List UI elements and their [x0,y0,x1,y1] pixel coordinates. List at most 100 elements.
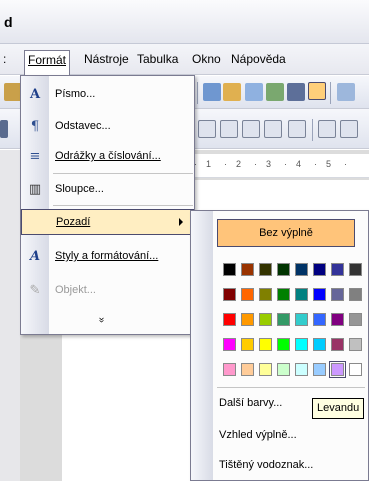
menu-item-bullets-numbering[interactable]: ≡ Odrážky a číslování... [21,144,194,170]
color-swatch[interactable] [259,363,272,376]
bullets-icon[interactable] [340,120,358,138]
ruler-tick: · [284,159,287,169]
color-swatch[interactable] [277,263,290,276]
menu-separator [53,173,193,174]
toolbar-separator [312,119,313,141]
color-tooltip: Levandu [312,398,365,419]
menu-help[interactable]: Nápověda [228,50,289,70]
color-swatch[interactable] [277,313,290,326]
ruler-tick: · [224,159,227,169]
printed-watermark-label: Tištěný vodoznak... [219,459,314,471]
color-swatch[interactable] [223,313,236,326]
color-swatch[interactable] [259,263,272,276]
color-swatch[interactable] [259,288,272,301]
color-swatch[interactable] [241,288,254,301]
numbering-icon[interactable] [318,120,336,138]
columns-icon[interactable] [287,83,305,101]
menu-item-object: ✎ Objekt... [21,278,194,304]
more-colors-item[interactable]: Další barvy... [219,397,282,409]
font-box-edge[interactable] [0,120,8,138]
color-swatch[interactable] [349,363,362,376]
color-swatch[interactable] [349,263,362,276]
insert-table-icon[interactable] [245,83,263,101]
align-left-icon[interactable] [198,120,216,138]
insert-excel-icon[interactable] [266,83,284,101]
color-swatch[interactable] [295,288,308,301]
color-swatch[interactable] [259,338,272,351]
color-swatch[interactable] [295,338,308,351]
color-swatch[interactable] [331,263,344,276]
no-fill-button[interactable]: Bez výplně [217,219,355,247]
menu-item-font[interactable]: A Písmo... [21,82,194,108]
color-swatch[interactable] [349,313,362,326]
menu-separator [53,205,193,206]
color-swatch[interactable] [223,263,236,276]
menu-window[interactable]: Okno [189,50,224,70]
color-swatch[interactable] [241,363,254,376]
color-swatch[interactable] [295,263,308,276]
menu-item-paragraph[interactable]: ¶ Odstavec... [21,114,194,140]
menu-item-styles-formatting[interactable]: A Styly a formátování... [21,244,194,270]
menu-tools[interactable]: Nástroje [81,50,132,70]
menu-item-columns[interactable]: ▥ Sloupce... [21,177,194,203]
drawing-icon[interactable] [308,82,326,100]
color-swatch[interactable] [259,313,272,326]
align-center-icon[interactable] [220,120,238,138]
color-swatch[interactable] [313,338,326,351]
ruler-tick: · [254,159,257,169]
more-colors-label: Další barvy... [219,397,283,409]
menu-table[interactable]: Tabulka [134,50,181,70]
menu-edge-fragment: : [3,52,7,66]
menu-item-font-label: Písmo... [55,88,96,100]
color-swatch[interactable] [313,313,326,326]
menu-item-background-label: Pozadí [56,216,91,228]
color-swatch[interactable] [349,338,362,351]
styles-icon: A [29,249,41,264]
menu-item-background[interactable]: Pozadí [21,209,194,235]
color-swatch[interactable] [241,263,254,276]
color-swatch[interactable] [277,288,290,301]
fill-effects-item[interactable]: Vzhled výplně... [219,429,297,441]
printed-watermark-item[interactable]: Tištěný vodoznak... [219,459,313,471]
color-swatch[interactable] [313,263,326,276]
color-swatch[interactable] [331,313,344,326]
document-map-icon[interactable] [337,83,355,101]
ruler-tick: 1 [206,159,212,169]
font-icon: A [29,87,41,102]
tables-borders-icon[interactable] [223,83,241,101]
submenu-arrow-icon [179,218,183,226]
color-swatch[interactable] [329,361,346,378]
horizontal-ruler[interactable]: · 1 · 2 · 3 · 4 · 5 · [186,154,369,178]
hyperlink-icon[interactable] [203,83,221,101]
ruler-tick: 3 [266,159,272,169]
ruler-tick: · [344,159,347,169]
color-swatch[interactable] [277,338,290,351]
color-swatch[interactable] [241,313,254,326]
color-swatch[interactable] [223,288,236,301]
color-swatch[interactable] [223,338,236,351]
justify-icon[interactable] [264,120,282,138]
color-swatch[interactable] [331,338,344,351]
color-swatch[interactable] [313,288,326,301]
line-spacing-icon[interactable] [288,120,306,138]
background-submenu: Bez výplně Další barvy... Vzhled výplně.… [190,210,369,481]
expand-menu-chevron-icon[interactable]: » [91,312,111,328]
menu-bar: : Formát Nástroje Tabulka Okno Nápověda [0,44,369,76]
align-right-icon[interactable] [242,120,260,138]
color-swatch[interactable] [331,288,344,301]
color-swatch[interactable] [313,363,326,376]
color-swatch[interactable] [223,363,236,376]
window-title: d [4,14,13,30]
color-swatch[interactable] [241,338,254,351]
color-swatch[interactable] [349,288,362,301]
color-swatch[interactable] [295,313,308,326]
ruler-tick: 5 [326,159,332,169]
menu-item-columns-label: Sloupce... [55,183,104,195]
color-swatch[interactable] [277,363,290,376]
paragraph-icon: ¶ [30,119,40,134]
color-swatch[interactable] [295,363,308,376]
submenu-icon-gutter [191,211,213,480]
ruler-tick: 4 [296,159,302,169]
ruler-tick: · [314,159,317,169]
menu-format[interactable]: Formát [24,50,71,76]
